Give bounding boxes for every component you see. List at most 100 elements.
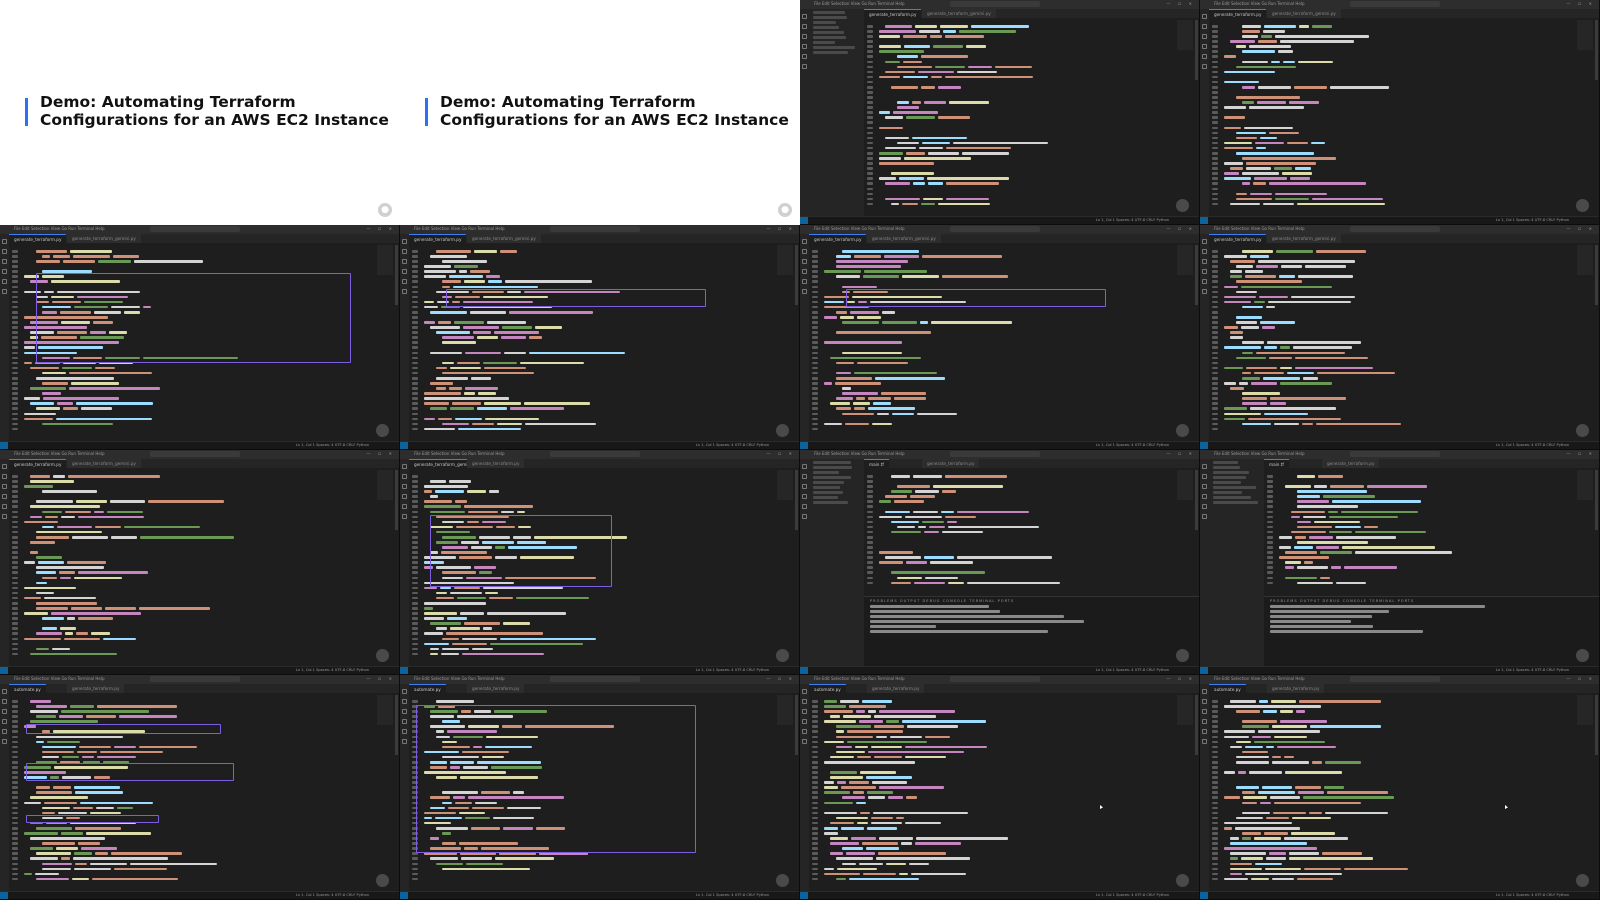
editor-scrollbar[interactable] (395, 245, 398, 305)
remote-indicator-icon[interactable] (800, 667, 808, 674)
accounts-icon[interactable] (1202, 64, 1207, 69)
terminal-panel[interactable]: PROBLEMS OUTPUT DEBUG CONSOLE TERMINAL P… (1264, 596, 1599, 666)
command-center-search[interactable] (150, 451, 240, 457)
extensions-icon[interactable] (802, 504, 807, 509)
explorer-item[interactable] (1213, 491, 1242, 494)
source-control-icon[interactable] (802, 34, 807, 39)
explorer-item[interactable] (813, 36, 846, 39)
command-center-search[interactable] (1350, 226, 1440, 232)
remote-indicator-icon[interactable] (400, 892, 408, 899)
editor-scrollbar[interactable] (1195, 245, 1198, 305)
accounts-icon[interactable] (2, 739, 7, 744)
run-debug-icon[interactable] (2, 719, 7, 724)
extensions-icon[interactable] (802, 279, 807, 284)
search-icon[interactable] (2, 249, 7, 254)
command-center-search[interactable] (950, 226, 1040, 232)
explorer-icon[interactable] (402, 689, 407, 694)
explorer-item[interactable] (813, 16, 847, 19)
tab-inactive-file[interactable]: generate_terraform_gemini.py (67, 459, 141, 468)
menu-bar[interactable]: File Edit Selection View Go Run Terminal… (814, 676, 905, 681)
run-debug-icon[interactable] (1202, 494, 1207, 499)
menu-bar[interactable]: File Edit Selection View Go Run Terminal… (414, 676, 505, 681)
search-icon[interactable] (802, 249, 807, 254)
editor-scrollbar[interactable] (1595, 470, 1598, 530)
explorer-icon[interactable] (2, 689, 7, 694)
run-debug-icon[interactable] (402, 269, 407, 274)
accounts-icon[interactable] (2, 514, 7, 519)
tab-inactive-file[interactable]: generate_terraform_gemini.py (1267, 9, 1341, 18)
explorer-icon[interactable] (802, 239, 807, 244)
menu-bar[interactable]: File Edit Selection View Go Run Terminal… (814, 226, 905, 231)
accounts-icon[interactable] (2, 289, 7, 294)
terminal-tabs[interactable]: PROBLEMS OUTPUT DEBUG CONSOLE TERMINAL P… (864, 597, 1199, 605)
tab-inactive-file[interactable]: generate_terraform.py (867, 684, 925, 693)
explorer-icon[interactable] (2, 239, 7, 244)
editor-scrollbar[interactable] (795, 245, 798, 305)
menu-bar[interactable]: File Edit Selection View Go Run Terminal… (14, 676, 105, 681)
tab-active-file[interactable]: automate.py (1209, 684, 1246, 693)
command-center-search[interactable] (1350, 1, 1440, 7)
code-editor[interactable] (867, 25, 1173, 214)
minimap[interactable] (377, 695, 393, 725)
search-icon[interactable] (1202, 249, 1207, 254)
minimap[interactable] (1177, 20, 1193, 50)
search-icon[interactable] (2, 699, 7, 704)
window-controls[interactable]: — ☐ ✕ (1167, 451, 1195, 456)
tab-inactive-file[interactable]: generate_terraform_gemini.py (922, 9, 996, 18)
accounts-icon[interactable] (802, 289, 807, 294)
remote-indicator-icon[interactable] (0, 892, 8, 899)
explorer-item[interactable] (813, 21, 836, 24)
editor-scrollbar[interactable] (795, 470, 798, 530)
search-icon[interactable] (802, 24, 807, 29)
tab-active-file[interactable]: main.tf (1264, 459, 1289, 468)
extensions-icon[interactable] (802, 54, 807, 59)
extensions-icon[interactable] (1202, 54, 1207, 59)
menu-bar[interactable]: File Edit Selection View Go Run Terminal… (414, 451, 505, 456)
explorer-icon[interactable] (1202, 689, 1207, 694)
source-control-icon[interactable] (2, 484, 7, 489)
menu-bar[interactable]: File Edit Selection View Go Run Terminal… (14, 226, 105, 231)
remote-indicator-icon[interactable] (800, 217, 808, 224)
accounts-icon[interactable] (802, 64, 807, 69)
accounts-icon[interactable] (802, 514, 807, 519)
search-icon[interactable] (402, 699, 407, 704)
tab-inactive-file[interactable]: generate_terraform.py (467, 684, 525, 693)
window-controls[interactable]: — ☐ ✕ (767, 226, 795, 231)
source-control-icon[interactable] (802, 484, 807, 489)
extensions-icon[interactable] (2, 279, 7, 284)
tab-active-file[interactable]: generate_terraform.py (864, 9, 922, 18)
search-icon[interactable] (402, 249, 407, 254)
tab-active-file[interactable]: generate_terraform.py (9, 459, 67, 468)
extensions-icon[interactable] (1202, 279, 1207, 284)
minimap[interactable] (377, 245, 393, 275)
remote-indicator-icon[interactable] (1200, 667, 1208, 674)
accounts-icon[interactable] (402, 289, 407, 294)
editor-scrollbar[interactable] (1195, 20, 1198, 80)
run-debug-icon[interactable] (1202, 269, 1207, 274)
remote-indicator-icon[interactable] (400, 442, 408, 449)
menu-bar[interactable]: File Edit Selection View Go Run Terminal… (14, 451, 105, 456)
extensions-icon[interactable] (802, 729, 807, 734)
tab-inactive-file[interactable]: generate_terraform_gemini.py (1267, 234, 1341, 243)
extensions-icon[interactable] (402, 279, 407, 284)
editor-scrollbar[interactable] (1595, 245, 1598, 305)
search-icon[interactable] (1202, 24, 1207, 29)
window-controls[interactable]: — ☐ ✕ (1567, 1, 1595, 6)
tab-inactive-file[interactable]: generate_terraform_gemini.py (867, 234, 941, 243)
window-controls[interactable]: — ☐ ✕ (1567, 451, 1595, 456)
command-center-search[interactable] (1350, 451, 1440, 457)
editor-scrollbar[interactable] (395, 470, 398, 530)
accounts-icon[interactable] (1202, 289, 1207, 294)
remote-indicator-icon[interactable] (0, 667, 8, 674)
accounts-icon[interactable] (1202, 514, 1207, 519)
remote-indicator-icon[interactable] (1200, 892, 1208, 899)
editor-scrollbar[interactable] (1195, 470, 1198, 530)
tab-inactive-file[interactable]: generate_terraform_gemini.py (467, 234, 541, 243)
run-debug-icon[interactable] (1202, 719, 1207, 724)
window-controls[interactable]: — ☐ ✕ (767, 676, 795, 681)
explorer-item[interactable] (1213, 481, 1241, 484)
minimap[interactable] (1577, 470, 1593, 500)
source-control-icon[interactable] (402, 709, 407, 714)
explorer-item[interactable] (813, 476, 851, 479)
minimap[interactable] (1177, 245, 1193, 275)
